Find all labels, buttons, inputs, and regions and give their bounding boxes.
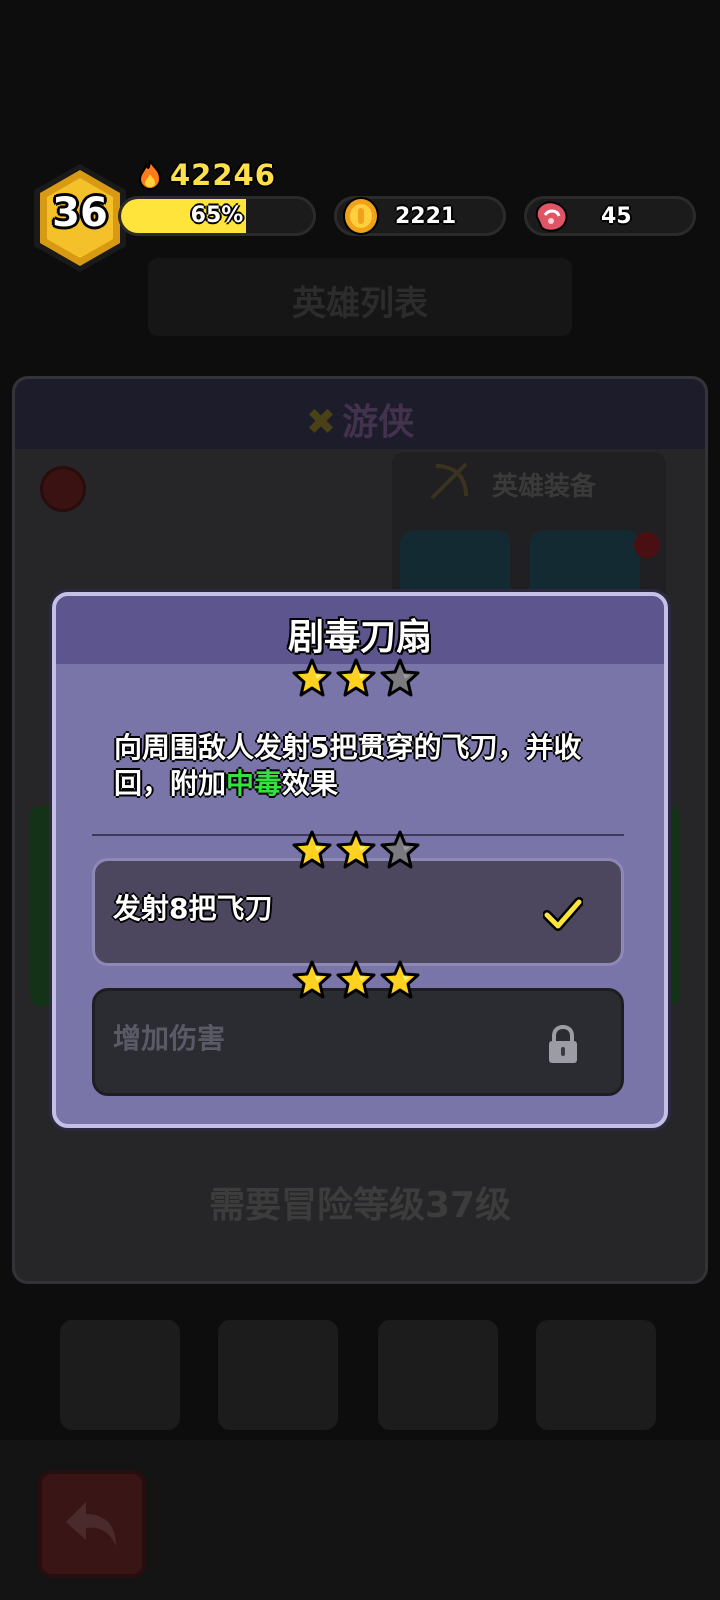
back-button[interactable] — [38, 1470, 146, 1578]
skill-star-rating — [292, 658, 420, 698]
back-arrow-icon — [66, 1502, 116, 1546]
power-value: 42246 — [170, 158, 276, 192]
hero-list-title: 英雄列表 — [292, 284, 428, 324]
player-level-badge[interactable]: 36 — [28, 160, 132, 276]
tier-1-star-rating — [292, 830, 420, 870]
meat-icon — [535, 201, 568, 232]
poison-keyword: 中毒 — [226, 767, 283, 800]
star-filled-icon — [380, 960, 420, 999]
coin-icon — [343, 197, 379, 235]
star-filled-icon — [336, 960, 376, 999]
hero-card[interactable] — [218, 1320, 338, 1430]
hero-panel-header: ✖ 游侠 — [15, 379, 705, 449]
power-display: 42246 — [136, 158, 276, 192]
meat-value: 45 — [601, 204, 632, 229]
coin-value: 2221 — [395, 204, 457, 229]
upgrade-tier-1[interactable]: 发射8把飞刀 — [92, 858, 624, 966]
tier-2-label: 增加伤害 — [113, 1022, 226, 1055]
star-filled-icon — [292, 830, 332, 869]
skill-title: 剧毒刀扇 — [287, 617, 432, 658]
meat-counter[interactable]: 45 — [524, 196, 696, 236]
bow-icon — [430, 462, 468, 500]
star-filled-icon — [292, 658, 332, 697]
tier-2-star-rating — [292, 960, 420, 1000]
skill-detail-dialog[interactable]: 剧毒刀扇 向周围敌人发射5把贯穿的飞刀，并收回，附加中毒效果 发射8把飞刀 增加… — [52, 592, 668, 1128]
skill-description: 向周围敌人发射5把贯穿的飞刀，并收回，附加中毒效果 — [114, 730, 624, 802]
xp-percent-label: 65% — [190, 203, 244, 228]
description-suffix: 效果 — [282, 767, 339, 800]
requirement-text: 需要冒险等级37级 — [208, 1185, 512, 1226]
hero-card[interactable] — [378, 1320, 498, 1430]
crossed-swords-icon: ✖ — [305, 402, 337, 443]
dialog-header: 剧毒刀扇 — [56, 596, 664, 664]
player-level: 36 — [52, 190, 108, 236]
hero-list-title-bar: 英雄列表 — [148, 258, 572, 336]
star-filled-icon — [336, 658, 376, 697]
description-text: 向周围敌人发射5把贯穿的飞刀，并收回，附加 — [114, 731, 582, 800]
hero-equipment-title: 英雄装备 — [492, 472, 597, 502]
notification-dot — [634, 532, 660, 558]
star-empty-icon — [380, 830, 420, 869]
check-icon — [543, 897, 583, 931]
star-empty-icon — [380, 658, 420, 697]
coin-counter[interactable]: 2221 — [334, 196, 506, 236]
hero-card[interactable] — [60, 1320, 180, 1430]
hero-card-row — [0, 1290, 720, 1460]
xp-progress-bar: 65% — [118, 196, 316, 236]
hero-class-name: 游侠 — [342, 402, 415, 443]
star-filled-icon — [336, 830, 376, 869]
tier-1-label: 发射8把飞刀 — [113, 892, 273, 925]
flame-icon — [138, 160, 162, 190]
hero-card[interactable] — [536, 1320, 656, 1430]
search-icon[interactable] — [40, 466, 86, 512]
hero-class-label: ✖ 游侠 — [15, 393, 705, 445]
top-hud: 36 42246 65% 2221 45 — [0, 0, 720, 272]
lock-icon — [549, 1025, 577, 1063]
upgrade-tier-2[interactable]: 增加伤害 — [92, 988, 624, 1096]
star-filled-icon — [292, 960, 332, 999]
